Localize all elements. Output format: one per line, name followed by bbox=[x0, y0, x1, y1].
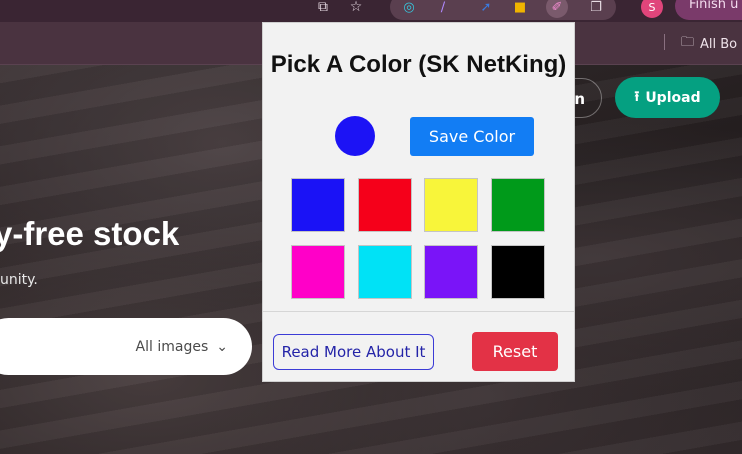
bookmark-star-icon[interactable]: ☆ bbox=[346, 0, 366, 18]
color-swatch[interactable] bbox=[291, 178, 345, 232]
extension-icon-feather[interactable]: ∕ bbox=[432, 0, 454, 18]
all-bookmarks-label: All Bo bbox=[700, 36, 738, 52]
extensions-puzzle-icon[interactable]: ❐ bbox=[585, 0, 607, 18]
extension-icon-arrow[interactable]: ➚ bbox=[475, 0, 497, 18]
chevron-down-icon: ⌄ bbox=[216, 338, 228, 355]
browser-toolbar: ⧉ ☆ ◎ ∕ ➚ ■ ✐ ❐ S Finish u bbox=[0, 0, 742, 22]
all-bookmarks-item[interactable]: 🗀 All Bo bbox=[681, 33, 737, 55]
search-bar[interactable]: All images ⌄ bbox=[0, 318, 252, 375]
search-filter-dropdown[interactable]: All images ⌄ bbox=[136, 318, 228, 375]
color-picker-popup: Pick A Color (SK NetKing) Save Color Rea… bbox=[262, 22, 575, 382]
upload-button[interactable]: ⭱ Upload bbox=[615, 77, 720, 118]
extensions-group bbox=[390, 0, 616, 20]
reset-button[interactable]: Reset bbox=[472, 332, 558, 371]
hero-title: y-free stock bbox=[0, 215, 180, 252]
color-swatch[interactable] bbox=[491, 178, 545, 232]
hero-subtitle: unity. bbox=[0, 272, 38, 288]
bookmarks-separator bbox=[664, 34, 665, 50]
selected-color-preview bbox=[335, 116, 375, 156]
extension-icon-folder[interactable]: ■ bbox=[509, 0, 531, 18]
popup-title: Pick A Color (SK NetKing) bbox=[270, 51, 567, 78]
finish-update-button[interactable]: Finish u bbox=[675, 0, 742, 20]
color-swatch[interactable] bbox=[424, 178, 478, 232]
color-swatch[interactable] bbox=[491, 245, 545, 299]
popup-divider bbox=[263, 311, 574, 312]
upload-icon: ⭱ bbox=[634, 88, 640, 105]
upload-label: Upload bbox=[645, 89, 701, 106]
extension-icon-circle[interactable]: ◎ bbox=[398, 0, 420, 18]
color-swatch[interactable] bbox=[424, 245, 478, 299]
save-color-button[interactable]: Save Color bbox=[410, 117, 534, 156]
search-filter-label: All images bbox=[135, 338, 209, 355]
folder-icon: 🗀 bbox=[681, 35, 695, 50]
read-more-button[interactable]: Read More About It bbox=[273, 334, 434, 370]
color-swatch[interactable] bbox=[358, 245, 412, 299]
color-swatch[interactable] bbox=[291, 245, 345, 299]
profile-avatar[interactable]: S bbox=[641, 0, 663, 18]
color-swatch[interactable] bbox=[358, 178, 412, 232]
cast-icon[interactable]: ⧉ bbox=[313, 0, 333, 18]
